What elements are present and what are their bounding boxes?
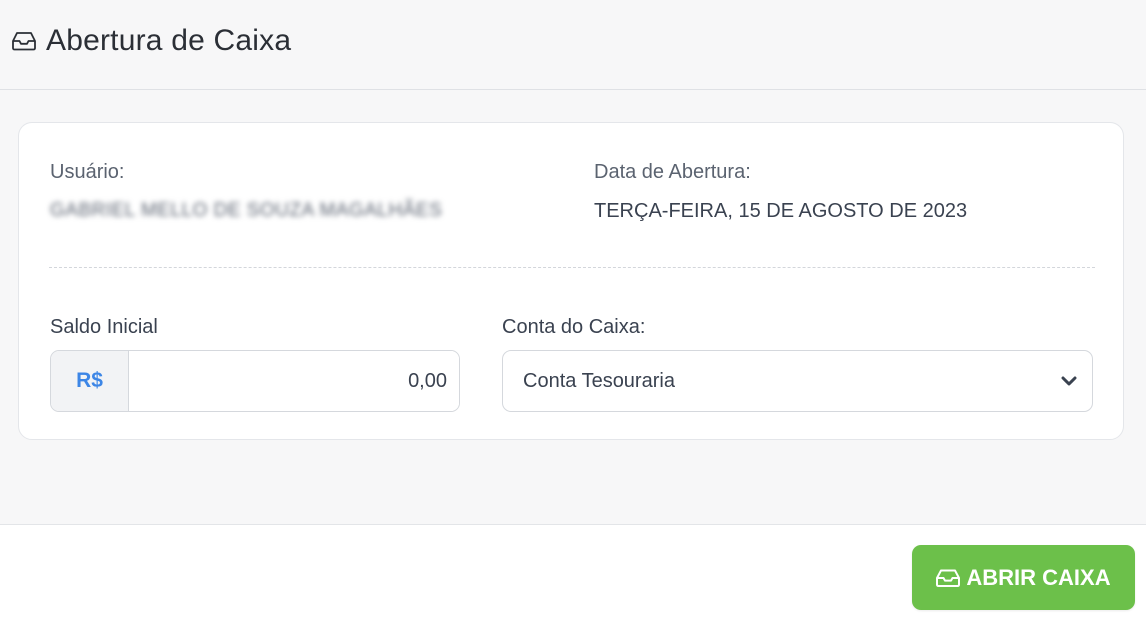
user-value: GABRIEL MELLO DE SOUZA MAGALHÃES (50, 200, 443, 221)
saldo-inicial-input[interactable] (129, 351, 459, 411)
chevron-down-icon (1061, 376, 1077, 386)
dashed-divider (49, 267, 1095, 268)
currency-prefix: R$ (51, 351, 129, 411)
page-title: Abertura de Caixa (46, 23, 292, 57)
date-value: TERÇA-FEIRA, 15 DE AGOSTO DE 2023 (594, 200, 968, 222)
date-label: Data de Abertura: (594, 161, 751, 183)
modal-header: Abertura de Caixa (0, 0, 1146, 90)
abrir-caixa-button[interactable]: ABRIR CAIXA (912, 545, 1135, 610)
abrir-caixa-label: ABRIR CAIXA (966, 564, 1111, 590)
conta-caixa-label: Conta do Caixa: (502, 316, 646, 338)
modal-footer: ABRIR CAIXA (0, 525, 1146, 623)
inbox-tray-icon (936, 569, 961, 587)
conta-caixa-selected-value: Conta Tesouraria (523, 369, 675, 392)
user-label: Usuário: (50, 161, 125, 183)
saldo-inicial-input-group: R$ (50, 350, 460, 412)
inbox-tray-icon (12, 31, 36, 50)
abertura-caixa-modal: Abertura de Caixa Usuário: GABRIEL MELLO… (0, 0, 1146, 623)
conta-caixa-select[interactable]: Conta Tesouraria (502, 350, 1093, 412)
modal-body: Usuário: GABRIEL MELLO DE SOUZA MAGALHÃE… (0, 90, 1146, 525)
info-card: Usuário: GABRIEL MELLO DE SOUZA MAGALHÃE… (18, 122, 1124, 440)
saldo-inicial-label: Saldo Inicial (50, 316, 158, 338)
